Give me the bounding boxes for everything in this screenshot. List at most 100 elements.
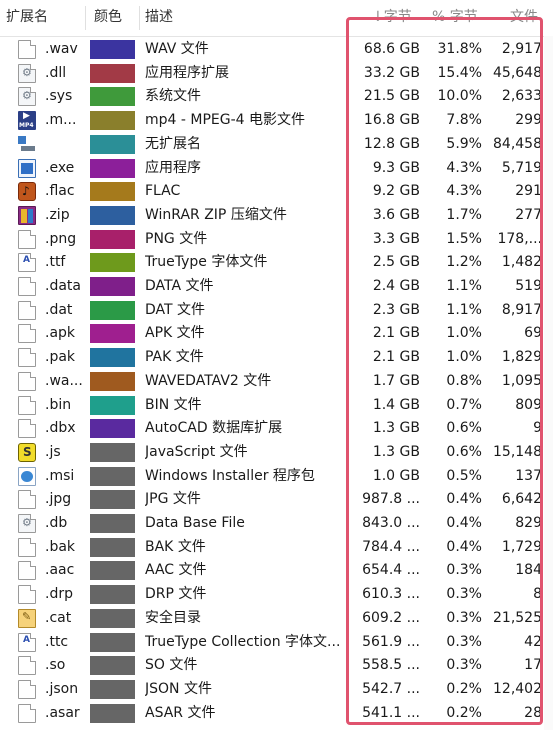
table-row[interactable]: .dbx AutoCAD 数据库扩展 1.3 GB 0.6% 9 xyxy=(0,417,553,441)
color-swatch[interactable] xyxy=(90,205,135,225)
percent-cell: 0.2% xyxy=(446,680,482,697)
table-row[interactable]: .ttf TrueType 字体文件 2.5 GB 1.2% 1,482 xyxy=(0,251,553,275)
table-row[interactable]: .zip WinRAR ZIP 压缩文件 3.6 GB 1.7% 277 xyxy=(0,204,553,228)
table-row[interactable]: .cat 安全目录 609.2 ... 0.3% 21,525 xyxy=(0,607,553,631)
table-row[interactable]: .dll 应用程序扩展 33.2 GB 15.4% 45,648 xyxy=(0,62,553,86)
extension-cell: .dat xyxy=(45,301,73,318)
table-row[interactable]: .png PNG 文件 3.3 GB 1.5% 178,... xyxy=(0,228,553,252)
description-cell: JavaScript 文件 xyxy=(145,443,248,460)
bytes-cell: 610.3 ... xyxy=(362,586,420,603)
color-swatch[interactable] xyxy=(90,656,135,676)
description-cell: APK 文件 xyxy=(145,325,205,342)
table-row[interactable]: .bak BAK 文件 784.4 ... 0.4% 1,729 xyxy=(0,536,553,560)
table-row[interactable]: .wav WAV 文件 68.6 GB 31.8% 2,917 xyxy=(0,38,553,62)
description-cell: 安全目录 xyxy=(145,609,201,626)
column-divider[interactable] xyxy=(85,6,86,30)
color-swatch[interactable] xyxy=(90,679,135,699)
files-cell: 6,642 xyxy=(501,491,542,508)
bytes-cell: 33.2 GB xyxy=(363,64,420,81)
table-row[interactable]: .apk APK 文件 2.1 GB 1.0% 69 xyxy=(0,322,553,346)
document-icon xyxy=(18,277,36,296)
table-row[interactable]: .pak PAK 文件 2.1 GB 1.0% 1,829 xyxy=(0,346,553,370)
color-swatch[interactable] xyxy=(90,111,135,131)
table-row[interactable]: .aac AAC 文件 654.4 ... 0.3% 184 xyxy=(0,559,553,583)
extension-list-view: 扩展名 颜色 描述 ↓字节 % 字节 文件 .wav WAV 文件 68.6 GB 3… xyxy=(0,0,553,730)
header-files[interactable]: 文件 xyxy=(510,0,538,36)
extension-cell: .apk xyxy=(45,325,76,342)
table-row[interactable]: .exe 应用程序 9.3 GB 4.3% 5,719 xyxy=(0,157,553,181)
table-row[interactable]: .wa... WAVEDATAV2 文件 1.7 GB 0.8% 1,095 xyxy=(0,370,553,394)
color-swatch[interactable] xyxy=(90,277,135,296)
database-gear-icon xyxy=(18,514,36,533)
color-swatch[interactable] xyxy=(90,229,135,249)
percent-cell: 4.3% xyxy=(446,159,482,176)
percent-cell: 15.4% xyxy=(437,64,482,81)
bytes-cell: 561.9 ... xyxy=(362,633,420,650)
color-swatch[interactable] xyxy=(90,585,135,605)
extension-cell: .sys xyxy=(45,88,73,105)
column-divider[interactable] xyxy=(139,6,140,30)
color-swatch[interactable] xyxy=(90,514,135,533)
description-cell: WAV 文件 xyxy=(145,41,209,57)
bytes-cell: 2.3 GB xyxy=(372,301,420,318)
table-row[interactable]: .drp DRP 文件 610.3 ... 0.3% 8 xyxy=(0,583,553,607)
bytes-cell: 987.8 ... xyxy=(362,491,420,508)
color-swatch[interactable] xyxy=(90,395,135,415)
description-cell: DRP 文件 xyxy=(145,586,207,603)
color-swatch[interactable] xyxy=(90,632,135,652)
color-swatch[interactable] xyxy=(90,63,135,83)
color-swatch[interactable] xyxy=(90,703,135,723)
table-row[interactable]: .jpg JPG 文件 987.8 ... 0.4% 6,642 xyxy=(0,488,553,512)
percent-cell: 0.6% xyxy=(446,420,482,437)
color-swatch[interactable] xyxy=(90,87,135,107)
files-cell: 809 xyxy=(515,396,542,413)
extension-cell: .jpg xyxy=(45,491,72,508)
files-cell: 184 xyxy=(515,562,542,579)
color-swatch[interactable] xyxy=(90,182,135,202)
table-row[interactable]: .so SO 文件 558.5 ... 0.3% 17 xyxy=(0,654,553,678)
table-row[interactable]: .bin BIN 文件 1.4 GB 0.7% 809 xyxy=(0,394,553,418)
table-row[interactable]: .asar ASAR 文件 541.1 ... 0.2% 28 xyxy=(0,702,553,726)
percent-cell: 0.4% xyxy=(446,491,482,508)
color-swatch[interactable] xyxy=(90,419,135,439)
color-swatch[interactable] xyxy=(90,300,135,320)
table-row[interactable]: .m... mp4 - MPEG-4 电影文件 16.8 GB 7.8% 299 xyxy=(0,109,553,133)
color-swatch[interactable] xyxy=(90,324,135,344)
vertical-scrollbar[interactable] xyxy=(544,36,553,730)
table-row[interactable]: .flac FLAC 9.2 GB 4.3% 291 xyxy=(0,180,553,204)
color-swatch[interactable] xyxy=(90,561,135,581)
header-percent-bytes[interactable]: % 字节 xyxy=(432,0,478,36)
header-extension[interactable]: 扩展名 xyxy=(6,0,48,36)
color-swatch[interactable] xyxy=(90,490,135,510)
exe-icon xyxy=(18,158,36,178)
document-icon xyxy=(18,537,36,557)
header-bytes-sorted[interactable]: ↓字节 xyxy=(372,0,412,36)
color-swatch[interactable] xyxy=(90,158,135,178)
bytes-cell: 68.6 GB xyxy=(363,41,420,57)
color-swatch[interactable] xyxy=(90,134,135,154)
color-swatch[interactable] xyxy=(90,371,135,391)
table-row[interactable]: .dat DAT 文件 2.3 GB 1.1% 8,917 xyxy=(0,299,553,323)
color-swatch[interactable] xyxy=(90,348,135,368)
color-swatch[interactable] xyxy=(90,466,135,486)
color-swatch[interactable] xyxy=(90,253,135,273)
table-row[interactable]: 无扩展名 12.8 GB 5.9% 84,458 xyxy=(0,133,553,157)
header-description[interactable]: 描述 xyxy=(145,0,173,36)
table-row[interactable]: .data DATA 文件 2.4 GB 1.1% 519 xyxy=(0,275,553,299)
header-color[interactable]: 颜色 xyxy=(94,0,122,36)
dll-gear-icon xyxy=(18,63,36,83)
color-swatch[interactable] xyxy=(90,608,135,628)
table-row[interactable]: .json JSON 文件 542.7 ... 0.2% 12,402 xyxy=(0,678,553,702)
table-row[interactable]: .sys 系统文件 21.5 GB 10.0% 2,633 xyxy=(0,85,553,109)
color-swatch[interactable] xyxy=(90,537,135,557)
color-swatch[interactable] xyxy=(90,442,135,462)
security-catalog-icon xyxy=(18,608,36,628)
color-swatch[interactable] xyxy=(90,40,135,59)
table-row[interactable]: .msi Windows Installer 程序包 1.0 GB 0.5% 137 xyxy=(0,465,553,489)
table-row[interactable]: .db Data Base File 843.0 ... 0.4% 829 xyxy=(0,512,553,536)
table-row[interactable]: .js JavaScript 文件 1.3 GB 0.6% 15,148 xyxy=(0,441,553,465)
table-row[interactable]: .ttc TrueType Collection 字体文... 561.9 ... 0… xyxy=(0,631,553,655)
bytes-cell: 654.4 ... xyxy=(362,562,420,579)
no-extension-icon xyxy=(18,135,36,154)
percent-cell: 0.3% xyxy=(446,609,482,626)
